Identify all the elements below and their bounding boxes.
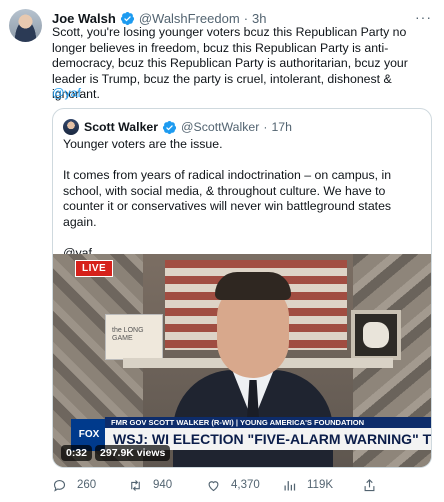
retweet-count: 940 (153, 479, 173, 491)
wisconsin-frame (351, 310, 401, 360)
quoted-text: Younger voters are the issue. It comes f… (63, 137, 423, 261)
quoted-time[interactable]: 17h (271, 120, 292, 134)
wisconsin-shape (363, 322, 389, 348)
video-player[interactable]: the LONG GAME LIVE FOX FMR GOV SCOTT WAL… (53, 254, 431, 467)
like-count: 4,370 (231, 479, 260, 491)
author-name[interactable]: Joe Walsh (52, 11, 116, 26)
verified-badge-icon (120, 11, 134, 25)
tweet-time[interactable]: 3h (252, 11, 266, 26)
quoted-avatar[interactable] (63, 119, 79, 135)
book-prop: the LONG GAME (105, 314, 163, 360)
separator-dot: · (243, 10, 249, 26)
share-button[interactable] (362, 478, 387, 493)
separator-dot: · (263, 120, 268, 134)
quoted-tweet[interactable]: Scott Walker @ScottWalker · 17h Younger … (52, 108, 432, 468)
video-elapsed: 0:32 (61, 445, 93, 461)
live-badge: LIVE (75, 260, 114, 277)
retweet-button[interactable]: 940 (128, 478, 172, 493)
quoted-line-2: It comes from years of radical indoctrin… (63, 168, 392, 229)
like-button[interactable]: 4,370 (206, 478, 260, 493)
heart-icon (208, 480, 219, 491)
verified-badge-icon (162, 120, 177, 134)
reply-icon (53, 479, 66, 492)
views-button[interactable]: 119K (282, 478, 333, 493)
book-title: the LONG GAME (112, 327, 144, 342)
tweet-card[interactable]: Joe Walsh @WalshFreedom · 3h ··· Scott, … (0, 0, 444, 502)
speaker-hair (215, 272, 291, 300)
more-options-icon[interactable]: ··· (415, 9, 432, 25)
quoted-author-handle[interactable]: @ScottWalker (181, 120, 259, 134)
views-count: 119K (307, 479, 334, 491)
analytics-icon (284, 480, 296, 490)
video-overlay: 0:32 297.9K views (61, 445, 173, 461)
reply-button[interactable]: 260 (52, 478, 96, 493)
share-icon (364, 478, 375, 491)
mention-link[interactable]: @yaf (52, 86, 81, 100)
action-bar: 260 940 4,370 119K (52, 476, 436, 494)
quoted-line-1: Younger voters are the issue. (63, 137, 223, 151)
chyron-top: FMR GOV SCOTT WALKER (R-WI) | YOUNG AMER… (105, 417, 431, 428)
quoted-header: Scott Walker @ScottWalker · 17h (84, 118, 292, 136)
video-views: 297.9K views (95, 445, 171, 461)
author-handle[interactable]: @WalshFreedom (139, 11, 240, 26)
retweet-icon (131, 479, 140, 491)
avatar[interactable] (9, 9, 42, 42)
tweet-text: Scott, you're losing younger voters bcuz… (52, 25, 408, 101)
reply-count: 260 (77, 479, 97, 491)
quoted-author-name[interactable]: Scott Walker (84, 120, 158, 134)
